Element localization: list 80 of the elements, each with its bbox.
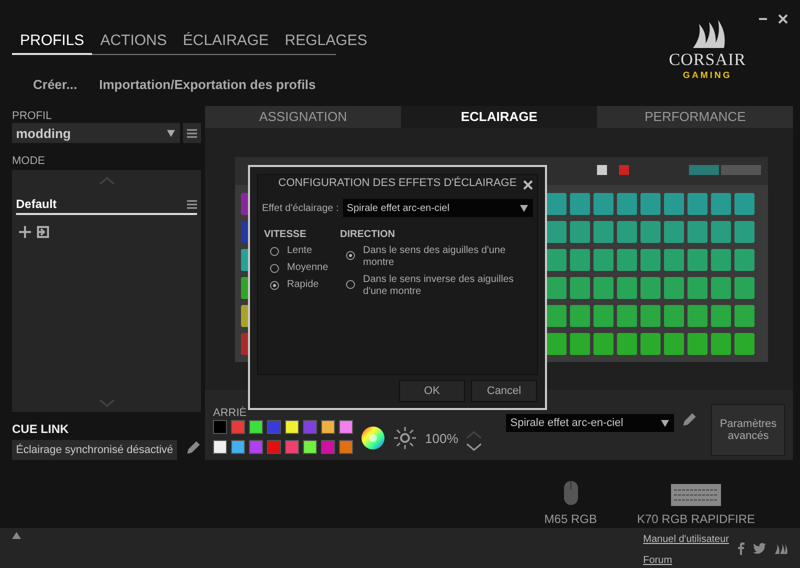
profile-menu-button[interactable] [183,123,201,143]
brightness-icon [393,426,417,450]
profile-label: PROFIL [12,110,53,122]
mouse-icon[interactable] [562,480,579,506]
color-swatch[interactable] [213,440,227,454]
sails-icon[interactable] [774,543,788,554]
action-link[interactable]: Importation/Exportation des profils [99,77,316,92]
color-swatch[interactable] [321,440,335,454]
dialog-title: CONFIGURATION DES EFFETS D'ÉCLAIRAGE [278,177,517,189]
expand-up-icon[interactable] [12,532,21,540]
mode-name: Default [16,197,57,211]
color-swatch[interactable] [339,440,353,454]
mode-item[interactable]: Default [16,185,197,215]
radio-button[interactable] [346,251,355,260]
background-label: ARRIÈ [213,407,248,419]
panel-tab[interactable]: ASSIGNATION [205,106,402,128]
nav-tab[interactable]: ÉCLAIRAGE [174,30,277,55]
nav-tab[interactable]: PROFILS [12,30,92,55]
menu-icon[interactable] [187,200,197,208]
device-name: K70 RGB RAPIDFIRE [636,512,755,526]
menu-icon[interactable] [187,128,197,138]
footer-link[interactable]: Manuel d'utilisateur [643,534,729,545]
caret-down-icon [519,203,529,213]
cue-link-label: CUE LINK [12,422,70,436]
brightness-value: 100% [425,431,458,446]
color-swatch[interactable] [285,420,299,434]
effect-dropdown[interactable]: Spirale effet arc-en-ciel [342,199,533,217]
cue-link-select[interactable]: Éclairage synchronisé désactivé [12,440,177,460]
device-name: M65 RGB [544,512,597,526]
color-wheel-icon[interactable] [361,426,385,450]
pencil-icon[interactable] [186,440,201,455]
color-swatch[interactable] [231,440,245,454]
chevron-down-icon[interactable] [466,443,482,452]
radio-button[interactable] [270,247,279,256]
caret-down-icon [166,128,176,138]
twitter-icon[interactable] [753,543,766,554]
facebook-icon[interactable] [737,542,745,555]
brand-name: CORSAIR [668,50,746,70]
color-swatch[interactable] [249,440,263,454]
radio-label: Dans le sens des aiguilles d'une montre [363,245,507,269]
keyboard-icon[interactable] [670,484,721,506]
radio-label: Dans le sens inverse des aiguilles d'une montre [363,274,515,298]
plus-icon[interactable] [18,225,32,239]
color-swatch[interactable] [321,420,335,434]
effect-label: Effet d'éclairage : [262,202,339,214]
panel-tab[interactable]: PERFORMANCE [597,106,794,128]
brand-tagline: GAMING [682,70,732,80]
import-icon[interactable] [36,225,50,239]
dialog-button[interactable]: Cancel [471,380,537,402]
color-swatch[interactable] [249,420,263,434]
color-swatch[interactable] [285,440,299,454]
effect-select[interactable]: Spirale effet arc-en-ciel [506,414,674,432]
color-swatch[interactable] [213,420,227,434]
color-swatch[interactable] [303,420,317,434]
radio-button[interactable] [346,280,355,289]
color-swatch[interactable] [231,420,245,434]
dialog-button[interactable]: OK [399,380,465,402]
direction-heading: DIRECTION [340,229,396,240]
nav-tab[interactable]: REGLAGES [276,30,376,55]
nav-tab[interactable]: ACTIONS [92,30,175,55]
color-swatch[interactable] [303,440,317,454]
caret-down-icon [660,418,670,428]
color-swatch[interactable] [339,420,353,434]
color-swatch[interactable] [267,440,281,454]
mode-label: MODE [12,155,46,167]
radio-label: Rapide [287,279,319,291]
advanced-settings-button[interactable]: Paramètres avancés [711,404,786,456]
speed-heading: VITESSE [264,229,308,240]
color-swatch[interactable] [267,420,281,434]
pencil-icon[interactable] [682,412,698,427]
panel-tab[interactable]: ECLAIRAGE [401,106,598,128]
radio-label: Moyenne [287,262,328,274]
action-link[interactable]: Créer... [33,77,78,92]
profile-select[interactable]: modding [12,123,180,143]
radio-button[interactable] [270,281,279,290]
close-icon[interactable] [523,180,533,190]
radio-label: Lente [287,245,312,257]
close-icon[interactable] [778,14,788,24]
footer-link[interactable]: Forum [643,555,729,566]
radio-button[interactable] [270,264,279,273]
